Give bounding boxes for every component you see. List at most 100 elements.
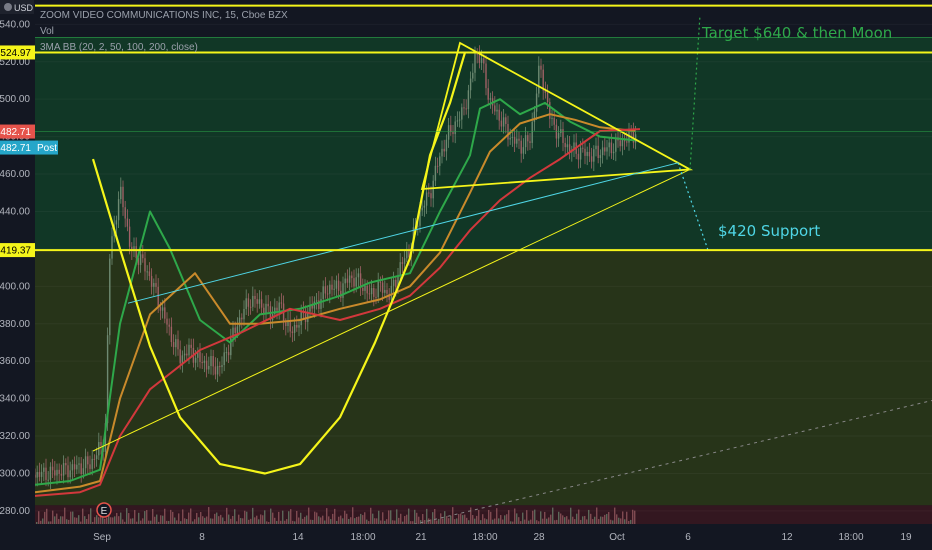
volume-bar [132,518,134,524]
candle-body [472,72,474,79]
volume-bar [578,509,580,524]
volume-bar [292,520,294,524]
volume-bar [264,510,266,524]
volume-bar [90,508,92,524]
price-tick-label: 280.00 [0,506,30,517]
volume-bar [122,519,124,524]
volume-bar [412,521,414,524]
volume-bar [444,511,446,524]
volume-bar [620,518,622,524]
price-axis[interactable]: 280.00 300.00 320.00 340.00 360.00 380.00 400.… [0,0,35,550]
candle-body [353,278,355,287]
candle-body [278,302,280,311]
candle-body [597,145,599,159]
volume-bar [146,510,148,524]
volume-bar [334,508,336,524]
candle-body [619,140,621,147]
volume-bar [296,510,298,524]
volume-bar [552,507,554,524]
legend-indicator[interactable]: 3MA BB (20, 2, 50, 100, 200, close) [40,42,198,53]
candle-body [238,317,241,327]
volume-bar [500,515,502,524]
volume-bar [544,511,546,524]
candle-body [329,284,331,294]
price-tick-label: 300.00 [0,468,30,479]
volume-bar [448,518,450,524]
candle-body [590,156,593,162]
volume-bar [410,521,412,524]
volume-bar [418,516,420,524]
candle-body [381,282,384,293]
volume-bar [272,512,274,524]
candle-body [139,254,142,265]
volume-bar [538,521,540,524]
support-annotation: $420 Support [718,222,820,240]
volume-bar [64,507,66,524]
currency-badge[interactable]: USD [0,0,34,14]
candle-body [159,306,162,311]
volume-bar [134,510,136,524]
volume-bar [420,520,422,524]
volume-bar [314,511,316,524]
candle-body [348,275,351,283]
legend-volume[interactable]: Vol [40,26,54,37]
candle-body [89,464,91,469]
volume-bar [466,517,468,524]
volume-bar [42,518,44,524]
volume-bar [246,511,248,524]
candle-body [522,147,525,154]
volume-bar [606,513,608,524]
volume-bar [546,518,548,524]
candle-body [172,342,175,348]
candle-body [612,151,615,154]
time-axis[interactable]: Sep 8 14 18:00 21 18:00 28 Oct 6 12 18:00 19 [0,524,932,550]
volume-bar [242,518,244,524]
volume-bar [542,518,544,524]
volume-bar [156,514,158,524]
volume-bar [138,512,140,524]
volume-bar [504,515,506,524]
volume-bar [254,517,256,524]
candle-body [476,53,478,55]
time-tick-label: 6 [685,532,691,543]
candle-body [122,186,124,208]
volume-bar [310,519,312,524]
volume-bar [206,516,208,524]
volume-bar [258,519,260,524]
volume-bar [568,519,570,524]
price-tick-label: 540.00 [0,19,30,30]
earnings-event-marker[interactable]: E [96,502,112,518]
candle-body [579,147,582,160]
volume-bar [610,519,612,524]
candle-body [190,344,192,348]
candle-body [43,467,45,472]
volume-bar [88,514,90,524]
volume-bar [454,519,456,524]
legend-symbol[interactable]: ZOOM VIDEO COMMUNICATIONS INC, 15, Cboe … [40,10,288,21]
volume-bar [210,518,212,524]
candle-body [599,155,602,159]
candle-body [467,90,470,110]
volume-bar [290,509,292,524]
candle-body [276,307,278,311]
candle-body [148,271,151,277]
candle-body [421,207,423,211]
price-chart[interactable]: Target $640 & then Moon $420 Support E 2… [0,0,932,550]
time-tick-label: Sep [93,532,111,543]
candle-body [520,140,522,154]
volume-bar [194,519,196,524]
volume-bar [602,516,604,524]
candle-body [463,107,465,109]
volume-bar [452,507,454,524]
candle-body [258,299,261,304]
volume-bar [360,513,362,524]
candle-body [256,299,258,304]
candle-body [461,107,463,120]
volume-bar [280,520,282,524]
candle-body [212,356,214,367]
candle-body [439,156,441,166]
candle-body [150,276,153,287]
volume-bar [582,516,584,524]
volume-bar [74,517,76,524]
volume-bar [96,515,98,524]
